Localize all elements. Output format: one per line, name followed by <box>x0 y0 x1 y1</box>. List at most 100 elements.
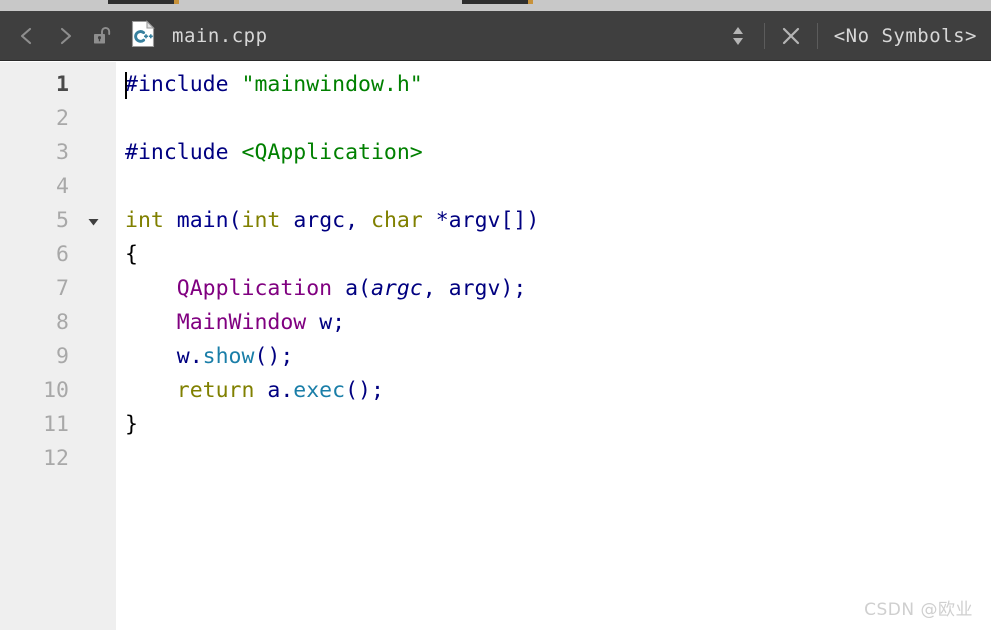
line-number[interactable]: 6 <box>0 238 116 272</box>
code-line-content: MainWindow w; <box>116 310 345 335</box>
code-token-kw: char <box>371 208 423 233</box>
code-line-content: #include <QApplication> <box>116 140 423 165</box>
code-editor: 1 2 3 4 5 6 7 8 9 10 11 12 #include "mainwindow.h" #… <box>0 62 991 630</box>
tab-remnant-left <box>108 0 174 4</box>
code-line[interactable]: MainWindow w; <box>116 306 991 340</box>
code-line[interactable]: return a.exec(); <box>116 374 991 408</box>
code-token-plain: (); <box>254 344 294 369</box>
line-number-text: 2 <box>56 106 69 131</box>
line-number[interactable]: 2 <box>0 102 116 136</box>
code-line[interactable] <box>116 170 991 204</box>
close-editor-button[interactable] <box>772 17 810 55</box>
code-token-plain: w; <box>319 310 346 335</box>
qt-creator-editor-window: main.cpp <No Symbols> 123 4 5 6 7 8 9 10… <box>0 0 991 630</box>
code-token-plain: a. <box>267 378 294 403</box>
code-line[interactable]: int main(int argc, char *argv[]) <box>116 204 991 238</box>
line-number[interactable]: 1 <box>0 68 116 102</box>
top-cutoff-strip <box>0 0 991 11</box>
file-type-icon-container <box>128 17 158 55</box>
code-line-content <box>116 106 125 131</box>
code-line[interactable]: { <box>116 238 991 272</box>
code-line-content: } <box>116 412 138 437</box>
tab-remnant-accent-left <box>174 0 179 4</box>
line-number-gutter[interactable]: 1 2 3 4 5 6 7 8 9 10 11 12 <box>0 62 116 630</box>
code-token-plain: , <box>422 276 449 301</box>
code-token-fn: main <box>176 208 229 233</box>
code-token-plain: argv); <box>448 276 527 301</box>
code-line-content <box>116 446 125 471</box>
line-number-text: 11 <box>43 412 69 437</box>
back-button[interactable] <box>8 17 46 55</box>
forward-button[interactable] <box>46 17 84 55</box>
line-number-text: 9 <box>56 344 69 369</box>
line-number[interactable]: 11 <box>0 408 116 442</box>
code-line[interactable]: #include "mainwindow.h" <box>116 68 991 102</box>
code-line-content: #include "mainwindow.h" <box>116 72 423 97</box>
line-number-text: 8 <box>56 310 69 335</box>
code-line[interactable] <box>116 102 991 136</box>
code-token-plain: (); <box>345 378 384 403</box>
lock-toggle-button[interactable] <box>84 17 122 55</box>
line-number[interactable]: 4 <box>0 170 116 204</box>
line-number-text: 6 <box>56 242 69 267</box>
code-token-call: exec <box>293 378 346 403</box>
code-token-plain: *argv[]) <box>435 208 540 233</box>
triangle-down-icon[interactable] <box>84 204 102 238</box>
file-name-label[interactable]: main.cpp <box>172 25 268 47</box>
toolbar-separator-1 <box>763 22 765 49</box>
code-line[interactable]: } <box>116 408 991 442</box>
code-token-param: argc <box>370 276 423 301</box>
split-editor-button[interactable] <box>719 17 757 55</box>
line-number[interactable]: 10 <box>0 374 116 408</box>
code-token-plain: , <box>345 208 371 233</box>
code-line[interactable]: #include <QApplication> <box>116 136 991 170</box>
code-line-content: return a.exec(); <box>116 378 384 403</box>
line-number[interactable]: 5 <box>0 204 116 238</box>
code-line[interactable]: QApplication a(argc, argv); <box>116 272 991 306</box>
code-line-content: { <box>116 242 138 267</box>
code-line-content: QApplication a(argc, argv); <box>116 276 527 301</box>
symbols-dropdown[interactable]: <No Symbols> <box>834 25 977 47</box>
line-number[interactable]: 12 <box>0 442 116 476</box>
code-token-kw: int <box>125 208 164 233</box>
code-token-str: "mainwindow.h" <box>241 72 423 97</box>
line-number[interactable]: 8 <box>0 306 116 340</box>
code-line[interactable] <box>116 442 991 476</box>
code-token-type: MainWindow <box>176 310 307 335</box>
code-token-plain: ( <box>228 208 242 233</box>
line-number-list: 1 2 3 4 5 6 7 8 9 10 11 12 <box>0 68 116 476</box>
text-cursor <box>125 72 127 99</box>
line-number-text: 3 <box>56 140 69 165</box>
line-number-text: 12 <box>43 446 69 471</box>
code-text-area[interactable]: #include "mainwindow.h" #include <QApplic… <box>116 62 991 630</box>
line-number-text: 5 <box>56 208 69 233</box>
watermark-label: CSDN @欧业 <box>864 600 973 620</box>
toolbar-separator-2 <box>816 22 818 49</box>
line-number[interactable]: 9 <box>0 340 116 374</box>
code-line[interactable]: w.show(); <box>116 340 991 374</box>
code-token-plain: w. <box>176 344 203 369</box>
code-line-content <box>116 174 125 199</box>
line-number[interactable]: 3 <box>0 136 116 170</box>
tab-remnant-right <box>462 0 528 4</box>
line-number[interactable]: 7 <box>0 272 116 306</box>
code-token-brace: { <box>125 242 138 267</box>
code-token-pre: #include <box>125 72 229 97</box>
editor-toolbar: main.cpp <No Symbols> <box>0 11 991 61</box>
code-token-str: <QApplication> <box>241 140 423 165</box>
code-token-call: show <box>202 344 255 369</box>
unlocked-padlock-icon <box>91 24 115 48</box>
code-line-content: int main(int argc, char *argv[]) <box>116 208 539 233</box>
code-line-content: w.show(); <box>116 344 294 369</box>
code-token-pre: #include <box>125 140 229 165</box>
close-x-icon <box>780 25 802 47</box>
